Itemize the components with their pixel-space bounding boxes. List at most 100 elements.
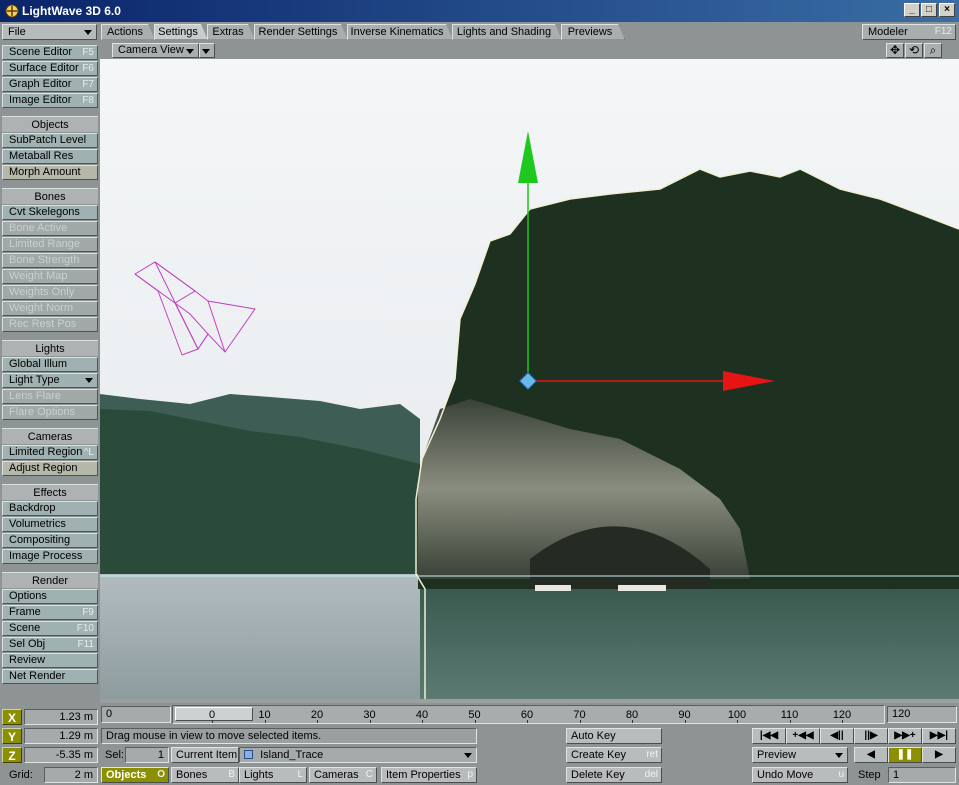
review-button[interactable]: Review	[2, 653, 98, 668]
undo-move-button[interactable]: Undo Move u	[752, 767, 848, 783]
tab-extras[interactable]: Extras	[207, 24, 255, 40]
rotate-view-icon[interactable]: ⟲	[905, 43, 923, 58]
frame-tick-mark	[212, 720, 213, 723]
y-coord-field[interactable]: 1.29 m	[24, 728, 98, 744]
file-menu-label: File	[8, 26, 26, 38]
surface-editor-button[interactable]: Surface Editor F6	[2, 61, 98, 76]
tab-previews[interactable]: Previews	[561, 24, 625, 40]
backdrop-button[interactable]: Backdrop	[2, 501, 98, 516]
last-frame-button[interactable]: ▶▶|	[922, 728, 956, 744]
tab-render-settings[interactable]: Render Settings	[254, 24, 348, 40]
frame-tick-mark	[789, 720, 791, 723]
z-coord-field[interactable]: -5.35 m	[24, 747, 98, 763]
subpatch-level-button[interactable]: SubPatch Level	[2, 133, 98, 148]
chevron-down-icon	[464, 753, 472, 758]
shortcut-label: ^L	[83, 447, 94, 458]
shortcut-label: C	[365, 769, 373, 780]
tab-label: Settings	[158, 26, 198, 38]
object-icon	[244, 750, 253, 759]
frame-tick-mark	[317, 720, 318, 723]
compositing-button[interactable]: Compositing	[2, 533, 98, 548]
item-properties-button[interactable]: Item Properties p	[381, 767, 477, 783]
morph-amount-button[interactable]: Morph Amount	[2, 165, 98, 180]
viewport-scene[interactable]	[100, 59, 959, 699]
title-bar: LightWave 3D 6.0 _ □ ×	[0, 0, 959, 22]
timeline-end-field[interactable]: 120	[887, 706, 957, 723]
camera-viewport[interactable]	[100, 59, 959, 699]
chevron-down-icon	[186, 49, 194, 54]
frame-tick-mark	[684, 720, 686, 723]
light-type-dropdown[interactable]: Light Type	[2, 373, 98, 388]
objects-group-heading: Objects	[2, 116, 98, 132]
objects-mode-button[interactable]: Objects O	[101, 767, 169, 783]
bones-mode-button[interactable]: Bones B	[171, 767, 239, 783]
cvt-skelegons-button[interactable]: Cvt Skelegons	[2, 205, 98, 220]
shortcut-label: F12	[934, 26, 952, 37]
close-button[interactable]: ×	[939, 3, 955, 17]
frame-tick-mark	[369, 720, 371, 723]
image-editor-button[interactable]: Image Editor F8	[2, 93, 98, 108]
maximize-button[interactable]: □	[921, 3, 937, 17]
tab-label: Previews	[567, 26, 613, 38]
play-forward-icon[interactable]: ▶	[922, 747, 956, 763]
render-sel-obj-button[interactable]: Sel Obj F11	[2, 637, 98, 652]
preview-dropdown[interactable]: Preview	[752, 747, 848, 763]
render-scene-button[interactable]: Scene F10	[2, 621, 98, 636]
volumetrics-button[interactable]: Volumetrics	[2, 517, 98, 532]
pan-view-icon[interactable]: ✥	[886, 43, 904, 58]
modeler-button[interactable]: Modeler F12	[862, 24, 956, 40]
image-process-button[interactable]: Image Process	[2, 549, 98, 564]
tab-lights-and-shading[interactable]: Lights and Shading	[452, 24, 562, 40]
previous-frame-button[interactable]: ◀||	[820, 728, 854, 744]
button-label: Create Key	[571, 749, 627, 761]
net-render-button[interactable]: Net Render	[2, 669, 98, 684]
tab-actions[interactable]: Actions	[101, 24, 155, 40]
limited-region-button[interactable]: Limited Region ^L	[2, 445, 98, 460]
global-illum-button[interactable]: Global Illum	[2, 357, 98, 372]
step-label: Step	[858, 769, 881, 781]
frame-tick-mark	[474, 720, 476, 723]
pause-icon[interactable]: ❚❚	[888, 747, 922, 763]
file-menu[interactable]: File	[2, 24, 97, 40]
zoom-view-icon[interactable]: ⌕	[924, 43, 942, 58]
lightwave-logo-icon	[5, 4, 19, 18]
view-mode-dropdown[interactable]: Camera View	[112, 43, 199, 58]
previous-key-button[interactable]: +◀◀	[786, 728, 820, 744]
adjust-region-button[interactable]: Adjust Region	[2, 461, 98, 476]
next-frame-button[interactable]: ||▶	[854, 728, 888, 744]
shortcut-label: F9	[82, 607, 94, 618]
create-key-button[interactable]: Create Key ret	[566, 747, 662, 763]
scene-editor-button[interactable]: Scene Editor F5	[2, 45, 98, 60]
cameras-mode-button[interactable]: Cameras C	[309, 767, 377, 783]
frame-slider[interactable]: 0 10 20 30 40 50 60 70 80 90 100 110 120	[172, 705, 885, 724]
render-frame-button[interactable]: Frame F9	[2, 605, 98, 620]
frame-tick-mark	[737, 720, 738, 723]
play-reverse-icon[interactable]: ◀	[854, 747, 888, 763]
tab-settings[interactable]: Settings	[154, 24, 208, 40]
current-item-dropdown[interactable]: Island_Trace	[239, 747, 477, 763]
boat-left	[535, 585, 571, 591]
view-options-dropdown[interactable]	[199, 43, 215, 58]
auto-key-button[interactable]: Auto Key	[566, 728, 662, 744]
button-label: Frame	[9, 606, 41, 618]
next-key-button[interactable]: ▶▶+	[888, 728, 922, 744]
modeler-label: Modeler	[868, 26, 908, 38]
shortcut-label: u	[838, 769, 844, 780]
button-label: Scene	[9, 622, 41, 634]
effects-group-heading: Effects	[2, 484, 98, 500]
minimize-button[interactable]: _	[904, 3, 920, 17]
grid-size-field[interactable]: 2 m	[44, 767, 98, 783]
button-label: Graph Editor	[9, 78, 72, 90]
first-frame-button[interactable]: |◀◀	[752, 728, 786, 744]
timeline-start-field[interactable]: 0	[101, 706, 171, 723]
graph-editor-button[interactable]: Graph Editor F7	[2, 77, 98, 92]
render-group-heading: Render	[2, 572, 98, 588]
tab-inverse-kinematics[interactable]: Inverse Kinematics	[347, 24, 453, 40]
delete-key-button[interactable]: Delete Key del	[566, 767, 662, 783]
shortcut-label: O	[157, 769, 165, 780]
lights-mode-button[interactable]: Lights L	[239, 767, 307, 783]
render-options-button[interactable]: Options	[2, 589, 98, 604]
x-coord-field[interactable]: 1.23 m	[24, 709, 98, 725]
step-field[interactable]: 1	[888, 767, 956, 783]
metaball-res-button[interactable]: Metaball Res	[2, 149, 98, 164]
